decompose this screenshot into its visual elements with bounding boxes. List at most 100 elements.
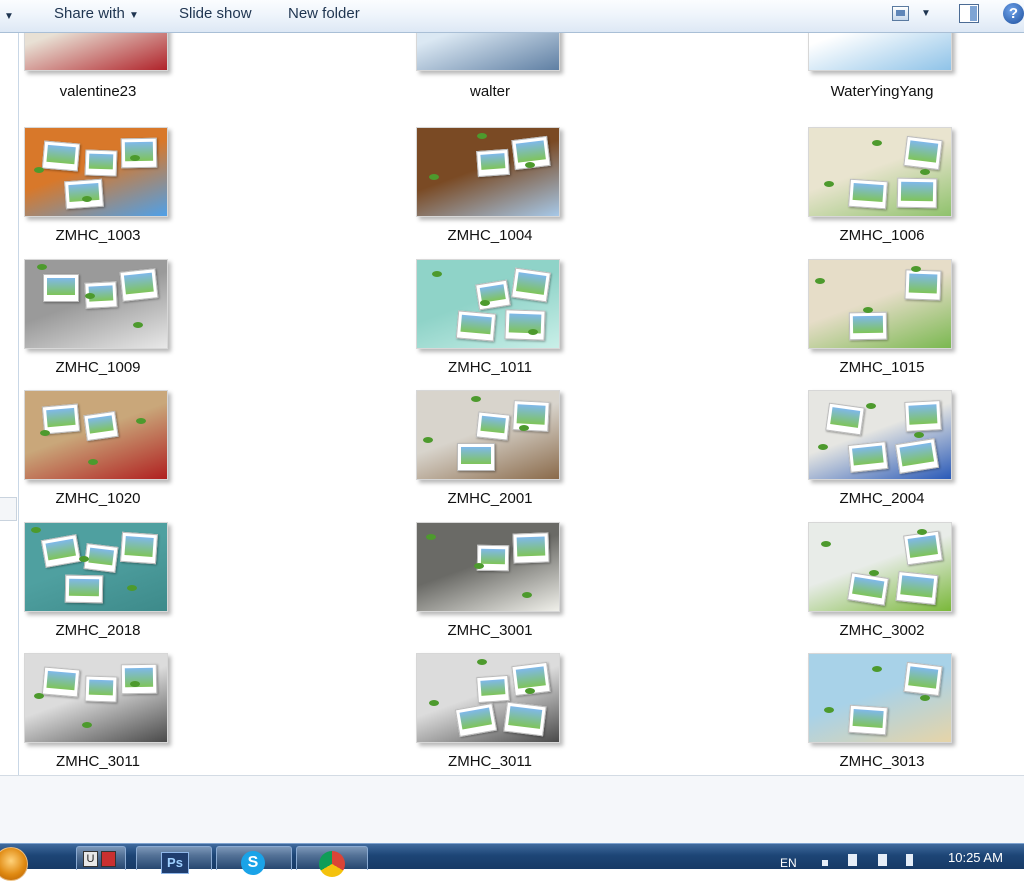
thumbnail-image[interactable] (808, 390, 952, 480)
slide-show-button[interactable]: Slide show (179, 5, 252, 23)
preview-pane-icon[interactable] (959, 4, 979, 23)
thumbnail-image[interactable] (24, 653, 168, 743)
file-name-label[interactable]: ZMHC_2018 (0, 622, 196, 639)
chrome-icon (319, 851, 345, 877)
file-name-label[interactable]: ZMHC_1004 (392, 227, 588, 244)
leaf-decoration (471, 396, 481, 402)
leaf-decoration (824, 707, 834, 713)
change-view-icon[interactable] (892, 6, 909, 21)
file-name-label[interactable]: WaterYingYang (784, 83, 980, 100)
file-name-label[interactable]: ZMHC_3011 (0, 753, 196, 770)
collage-photo (40, 534, 82, 568)
file-name-label[interactable]: ZMHC_2001 (392, 490, 588, 507)
thumbnail-image[interactable] (808, 127, 952, 217)
collage-photo (475, 411, 511, 441)
thumbnail-image[interactable] (416, 259, 560, 349)
chevron-down-icon: ▼ (129, 10, 139, 21)
tray-arrow-icon[interactable] (822, 860, 828, 866)
app-icon: U (83, 851, 98, 867)
leaf-decoration (519, 425, 529, 431)
leaf-decoration (136, 418, 146, 424)
file-view: valentine23walterWaterYingYangWUS001WUS0… (0, 33, 1024, 775)
file-name-label[interactable]: ZMHC_2004 (784, 490, 980, 507)
leaf-decoration (477, 659, 487, 665)
file-name-label[interactable]: ZMHC_1009 (0, 359, 196, 376)
leaf-decoration (82, 722, 92, 728)
leaf-decoration (872, 140, 882, 146)
language-indicator[interactable]: EN (780, 856, 797, 870)
details-pane (0, 776, 1024, 843)
file-name-label[interactable]: ZMHC_1011 (392, 359, 588, 376)
file-name-label[interactable]: ZMHC_3013 (784, 753, 980, 770)
thumbnail-image[interactable] (808, 33, 952, 71)
leaf-decoration (824, 181, 834, 187)
taskbar-item-skype[interactable]: S (216, 846, 292, 875)
share-with-label: Share with (54, 5, 125, 22)
taskbar-item-photoshop[interactable]: Ps (136, 846, 212, 874)
collage-photo (119, 268, 159, 302)
views-dropdown-arrow[interactable]: ▼ (921, 8, 931, 19)
leaf-decoration (863, 307, 873, 313)
leaf-decoration (429, 174, 439, 180)
leaf-decoration (821, 541, 831, 547)
network-icon[interactable] (878, 854, 887, 866)
file-name-label[interactable]: ZMHC_3002 (784, 622, 980, 639)
leaf-decoration (85, 293, 95, 299)
thumbnail-image[interactable] (808, 653, 952, 743)
leaf-decoration (528, 329, 538, 335)
leaf-decoration (866, 403, 876, 409)
thumbnail-image[interactable] (416, 522, 560, 612)
leaf-decoration (40, 430, 50, 436)
leaf-decoration (522, 592, 532, 598)
flag-icon[interactable] (848, 854, 857, 866)
file-name-label[interactable]: ZMHC_1003 (0, 227, 196, 244)
app-icon (101, 851, 116, 867)
thumbnail-image[interactable] (808, 522, 952, 612)
leaf-decoration (79, 556, 89, 562)
thumbnail-image[interactable] (24, 33, 168, 71)
file-name-label[interactable]: ZMHC_1020 (0, 490, 196, 507)
thumbnail-image[interactable] (808, 259, 952, 349)
thumbnail-image[interactable] (24, 390, 168, 480)
file-name-label[interactable]: ZMHC_1015 (784, 359, 980, 376)
thumbnail-image[interactable] (416, 390, 560, 480)
thumbnail-image[interactable] (416, 653, 560, 743)
leaf-decoration (480, 300, 490, 306)
volume-icon[interactable] (906, 854, 913, 866)
file-name-label[interactable]: ZMHC_1006 (784, 227, 980, 244)
leaf-decoration (88, 459, 98, 465)
leaf-decoration (525, 688, 535, 694)
file-name-label[interactable]: ZMHC_3011 (392, 753, 588, 770)
leaf-decoration (37, 264, 47, 270)
new-folder-button[interactable]: New folder (288, 5, 360, 23)
collage-photo (504, 309, 546, 341)
collage-photo (903, 135, 943, 171)
collage-photo (903, 530, 943, 566)
collage-photo (512, 400, 550, 432)
clock[interactable]: 10:25 AM (948, 850, 1003, 865)
collage-photo (848, 704, 888, 736)
file-name-label[interactable]: valentine23 (0, 83, 196, 100)
pane-divider (18, 33, 19, 775)
collage-photo (41, 140, 81, 172)
file-name-label[interactable]: walter (392, 83, 588, 100)
taskbar-item-media[interactable]: U (76, 846, 126, 870)
organize-dropdown-arrow[interactable]: ▼ (4, 8, 14, 26)
leaf-decoration (917, 529, 927, 535)
collage-photo (895, 570, 939, 606)
thumbnail-image[interactable] (416, 33, 560, 71)
leaf-decoration (423, 437, 433, 443)
thumbnail-image[interactable] (24, 127, 168, 217)
collage-photo (457, 443, 495, 471)
thumbnail-image[interactable] (24, 522, 168, 612)
navigation-pane-handle[interactable] (0, 497, 17, 521)
thumbnail-image[interactable] (24, 259, 168, 349)
collage-photo (120, 663, 158, 695)
leaf-decoration (920, 169, 930, 175)
thumbnail-image[interactable] (416, 127, 560, 217)
taskbar-item-chrome[interactable] (296, 846, 368, 877)
help-icon[interactable]: ? (1003, 3, 1024, 24)
share-with-button[interactable]: Share with ▼ (54, 5, 139, 25)
file-name-label[interactable]: ZMHC_3001 (392, 622, 588, 639)
start-button[interactable] (0, 847, 28, 881)
